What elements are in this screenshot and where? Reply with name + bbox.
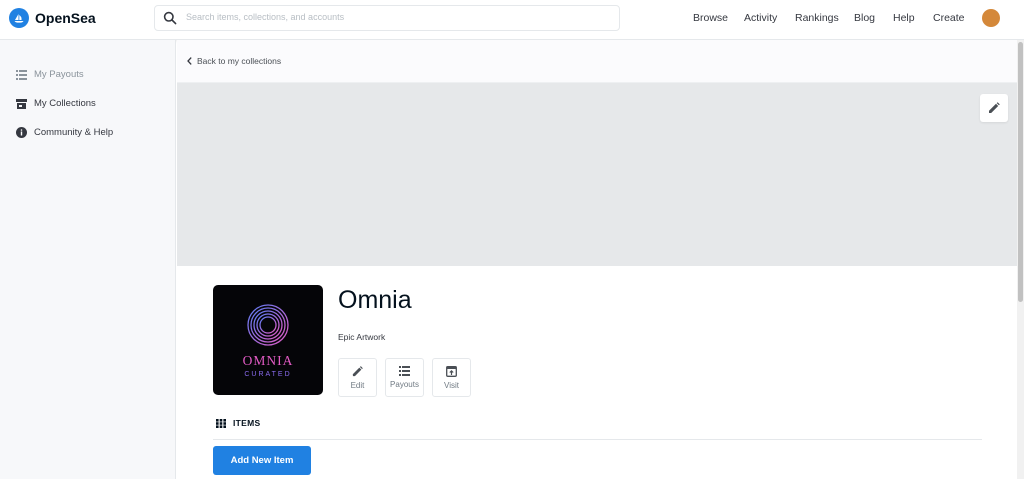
logo-text-omnia: OMNIA [242, 352, 294, 368]
brand-name: OpenSea [35, 10, 96, 26]
sidebar-item-community-help[interactable]: Community & Help [16, 127, 113, 138]
nav-help[interactable]: Help [893, 12, 915, 24]
collection-title: Omnia [338, 286, 412, 314]
omnia-ring-icon [247, 303, 289, 346]
collection-logo[interactable]: OMNIA CURATED [213, 285, 323, 395]
list-icon [16, 69, 27, 80]
scrollbar-thumb[interactable] [1018, 42, 1023, 302]
opensea-logo[interactable]: OpenSea [9, 8, 96, 28]
nav-create[interactable]: Create [933, 12, 965, 24]
edit-button-label: Edit [350, 380, 365, 390]
back-link-label: Back to my collections [197, 56, 282, 66]
payouts-button[interactable]: Payouts [385, 358, 424, 397]
back-bar: Back to my collections [177, 40, 1017, 83]
visit-button[interactable]: Visit [432, 358, 471, 397]
storefront-icon [16, 98, 27, 109]
nav-blog[interactable]: Blog [854, 12, 875, 24]
sidebar-item-label: Community & Help [34, 127, 114, 138]
grid-icon [216, 418, 226, 428]
search-input[interactable] [186, 12, 606, 22]
pencil-icon [989, 102, 1000, 113]
items-heading: ITEMS [216, 418, 260, 428]
edit-banner-button[interactable] [980, 94, 1008, 122]
sidebar-item-my-collections[interactable]: My Collections [16, 98, 96, 109]
nav-activity[interactable]: Activity [744, 12, 777, 24]
info-icon [16, 127, 27, 138]
list-icon [399, 366, 410, 376]
sidebar-item-my-payouts[interactable]: My Payouts [16, 69, 84, 80]
back-to-collections-link[interactable]: Back to my collections [187, 56, 281, 66]
items-heading-label: ITEMS [233, 418, 261, 428]
collection-description: Epic Artwork [338, 332, 386, 342]
sidebar: My Payouts My Collections Community & He… [0, 40, 176, 479]
chevron-left-icon [187, 57, 192, 65]
opensea-logo-icon [9, 8, 29, 28]
search-icon [163, 11, 177, 25]
sidebar-item-label: My Payouts [34, 69, 84, 80]
nav-browse[interactable]: Browse [693, 12, 728, 24]
search-bar[interactable] [154, 5, 620, 31]
collection-actions: Edit Payouts Visit [338, 358, 471, 397]
collection-banner[interactable] [177, 83, 1017, 266]
payouts-button-label: Payouts [390, 380, 419, 389]
divider [213, 439, 982, 440]
avatar[interactable] [982, 9, 1000, 27]
logo-text-curated: CURATED [244, 370, 292, 378]
main-content: Back to my collections OMNIA CURATED Omn… [177, 40, 1017, 479]
external-icon [446, 365, 457, 377]
page-scrollbar[interactable] [1017, 40, 1024, 479]
add-new-item-button[interactable]: Add New Item [213, 446, 311, 475]
visit-button-label: Visit [444, 380, 459, 390]
sidebar-item-label: My Collections [34, 98, 96, 109]
edit-button[interactable]: Edit [338, 358, 377, 397]
top-navbar: OpenSea Browse Activity Rankings Blog He… [0, 0, 1024, 40]
pencil-icon [352, 365, 363, 376]
nav-rankings[interactable]: Rankings [795, 12, 839, 24]
